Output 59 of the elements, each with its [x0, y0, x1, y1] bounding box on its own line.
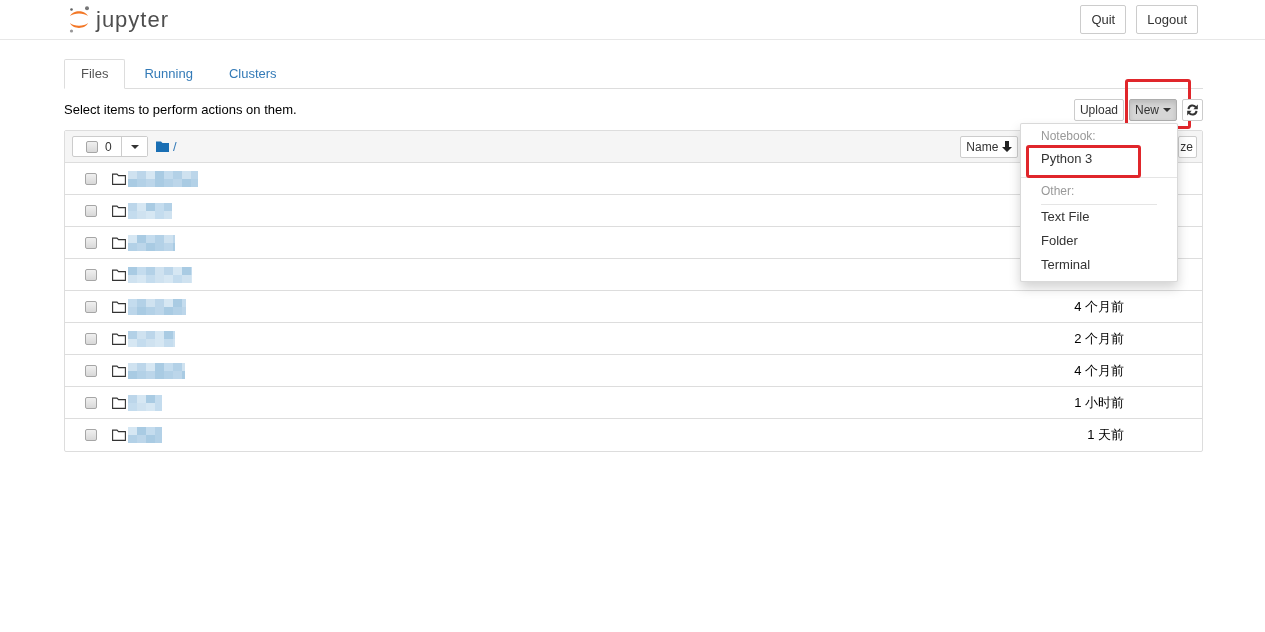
pixelated-name-block	[128, 330, 175, 347]
menu-section-header: Other:	[1041, 183, 1075, 200]
menu-item[interactable]: Terminal	[1041, 253, 1091, 277]
folder-icon	[112, 429, 126, 441]
folder-icon	[112, 268, 126, 281]
folder-icon	[112, 396, 126, 409]
pixelated-name-block	[128, 202, 172, 219]
pixelated-name-block	[128, 170, 198, 187]
folder-icon	[112, 300, 126, 313]
tab[interactable]: Running	[127, 59, 210, 89]
row-checkbox[interactable]	[85, 172, 97, 185]
logo-text: jupyter	[96, 8, 170, 31]
modified-time: 1 天前	[1087, 426, 1124, 445]
row-checkbox[interactable]	[85, 332, 97, 345]
row-checkbox[interactable]	[85, 396, 97, 409]
row-checkbox[interactable]	[85, 236, 97, 249]
folder-icon	[112, 172, 126, 185]
folder-icon	[112, 332, 126, 345]
menu-item[interactable]: Folder	[1041, 229, 1078, 253]
new-button[interactable]: New	[1129, 99, 1177, 121]
folder-icon	[112, 236, 126, 249]
select-all-checkbox[interactable]	[86, 140, 98, 153]
pixelated-name-block	[128, 394, 162, 411]
row-checkbox[interactable]	[85, 429, 97, 441]
selected-count: 0	[105, 138, 112, 156]
selection-menu-button[interactable]	[121, 137, 147, 156]
menu-item[interactable]: Text File	[1041, 205, 1090, 229]
row-checkbox[interactable]	[85, 268, 97, 281]
logout-button[interactable]: Logout	[1136, 5, 1198, 34]
folder-icon	[156, 141, 169, 152]
refresh-icon	[1187, 103, 1198, 116]
menu-item[interactable]: Python 3	[1041, 149, 1093, 169]
folder-icon	[112, 204, 126, 217]
breadcrumb-root-link[interactable]: /	[173, 136, 177, 157]
tab[interactable]: Files	[64, 59, 126, 89]
modified-time: 1 小时前	[1074, 393, 1124, 412]
pixelated-name-block	[128, 298, 186, 315]
modified-time: 4 个月前	[1074, 297, 1124, 316]
row-checkbox[interactable]	[85, 364, 97, 377]
refresh-button[interactable]	[1182, 98, 1203, 121]
sort-button[interactable]: ze	[1178, 135, 1197, 158]
row-checkbox[interactable]	[85, 204, 97, 217]
logo-icon	[68, 6, 90, 33]
instruction-text: Select items to perform actions on them.	[64, 101, 297, 120]
caret-icon	[1163, 108, 1171, 112]
menu-section-header: Notebook:	[1041, 128, 1096, 145]
sort-by-name-button[interactable]: Name	[960, 135, 1019, 158]
pixelated-name-block	[128, 362, 185, 379]
pixelated-name-block	[128, 427, 162, 443]
caret-icon	[130, 144, 139, 149]
upload-button[interactable]: Upload	[1073, 99, 1124, 121]
modified-time: 2 个月前	[1074, 329, 1124, 348]
pixelated-name-block	[128, 266, 192, 283]
row-checkbox[interactable]	[85, 300, 97, 313]
quit-button[interactable]: Quit	[1080, 5, 1127, 34]
pixelated-name-block	[128, 234, 175, 251]
tab[interactable]: Clusters	[211, 59, 294, 89]
folder-icon	[112, 364, 126, 377]
modified-time: 4 个月前	[1074, 361, 1124, 380]
